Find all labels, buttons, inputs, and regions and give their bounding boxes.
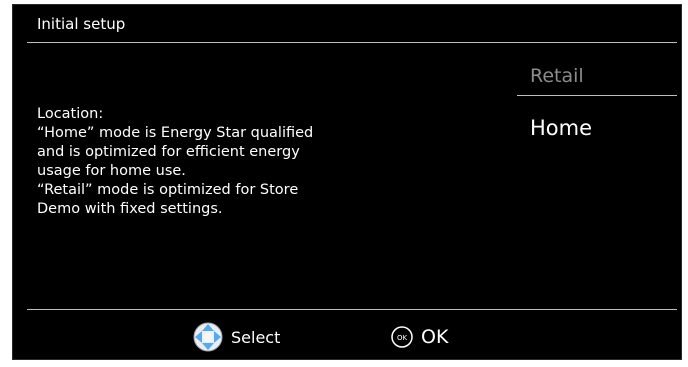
- option-home[interactable]: Home: [530, 116, 592, 140]
- page-title: Initial setup: [37, 15, 126, 33]
- select-label: Select: [231, 327, 281, 347]
- ok-button-icon: OK: [391, 326, 413, 348]
- dpad-icon: [193, 322, 223, 352]
- footer-select-hint: Select: [193, 317, 280, 357]
- ok-icon-text: OK: [397, 334, 408, 342]
- ok-label: OK: [421, 326, 449, 348]
- footer-divider: [27, 309, 677, 310]
- setup-screen: Initial setup Location: “Home” mode is E…: [12, 4, 682, 360]
- location-description: Location: “Home” mode is Energy Star qua…: [37, 106, 314, 217]
- header-divider: [27, 42, 677, 43]
- option-divider: [517, 95, 677, 96]
- option-retail[interactable]: Retail: [530, 65, 584, 87]
- footer-ok-hint: OK OK: [391, 317, 448, 357]
